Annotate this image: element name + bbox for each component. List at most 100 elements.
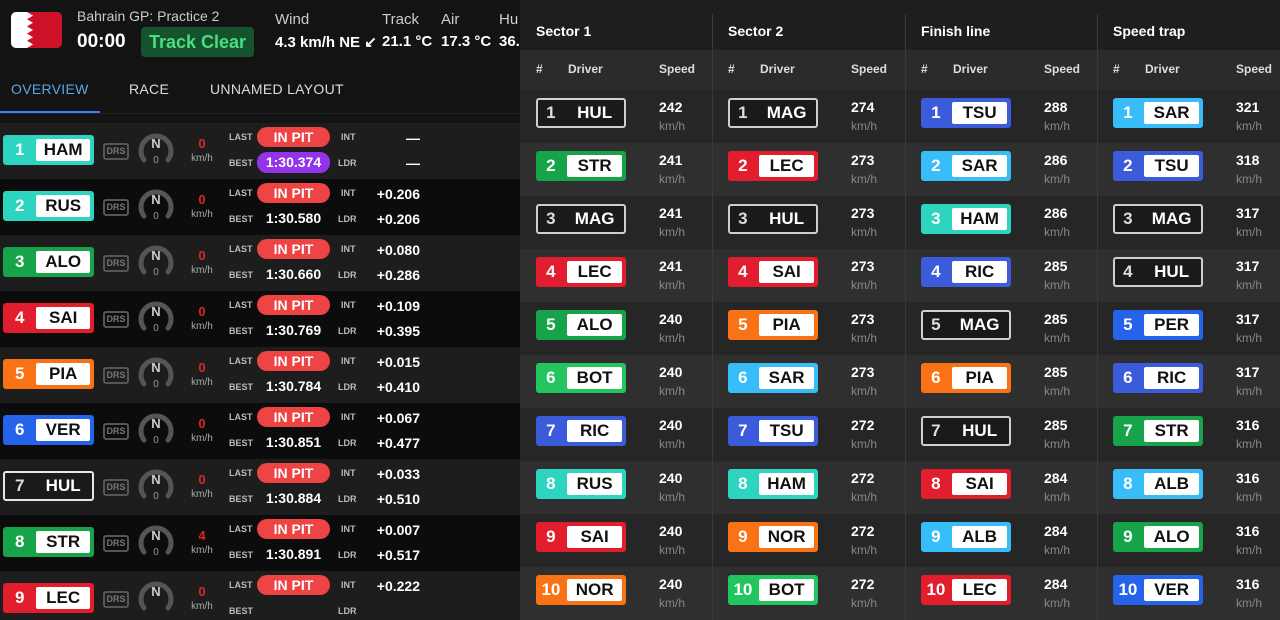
speed-value: 285: [1044, 311, 1068, 327]
position-number: 6: [15, 420, 25, 439]
position-number: 7: [15, 476, 25, 495]
column-divider: [712, 14, 713, 620]
driver-row[interactable]: 2 RUS DRS N 0 0 km/h LAST BEST IN PIT 1:30.580 INT L…: [0, 179, 520, 235]
interval-value: +0.206: [376, 186, 420, 202]
speed-value: 0: [198, 584, 206, 599]
tab-race[interactable]: RACE: [129, 81, 169, 97]
driver-badge: 7 RIC: [536, 416, 626, 446]
gear-speed: 0: [153, 379, 159, 390]
speed-value: 0: [198, 304, 206, 319]
speed-value: 316: [1236, 417, 1260, 433]
driver-row[interactable]: 7 HUL DRS N 0 0 km/h LAST BEST IN PIT 1:30.884 INT L…: [0, 459, 520, 515]
driver-code: PER: [1144, 314, 1199, 336]
speed-unit: km/h: [191, 321, 213, 332]
subheader-number: #: [1113, 62, 1120, 76]
drs-indicator: DRS: [103, 199, 129, 216]
subheader-speed: Speed: [1044, 62, 1081, 76]
position-number: 2: [738, 156, 748, 175]
subheader-driver: Driver: [953, 62, 988, 76]
column-divider: [905, 14, 906, 620]
weather-value: 36.: [499, 33, 520, 50]
best-lap: 1:30.580: [265, 210, 322, 226]
speed-unit: km/h: [1044, 596, 1071, 610]
driver-badge: 4 SAI: [3, 303, 94, 333]
driver-code: RIC: [952, 261, 1007, 283]
leader-gap-label: LDR: [338, 270, 357, 280]
driver-row[interactable]: 5 PIA DRS N 0 0 km/h LAST BEST IN PIT 1:30.784 INT L…: [0, 347, 520, 403]
best-label: BEST: [229, 606, 254, 616]
interval-label: INT: [341, 132, 356, 142]
position-number: 2: [931, 156, 941, 175]
speed-unit: km/h: [191, 489, 213, 500]
timing-panel: Bahrain GP: Practice 2 00:00 Track Clear…: [0, 0, 520, 620]
driver-code: ALO: [1144, 526, 1199, 548]
speed-unit: km/h: [1236, 490, 1263, 504]
driver-code: NOR: [759, 526, 814, 548]
speed-value: 317: [1236, 364, 1260, 380]
speed-unit: km/h: [191, 209, 213, 220]
position-number: 9: [931, 527, 941, 546]
driver-row[interactable]: 3 ALO DRS N 0 0 km/h LAST BEST IN PIT 1:30.660 INT L…: [0, 235, 520, 291]
driver-code: HUL: [36, 475, 90, 497]
last-lap-status: IN PIT: [257, 407, 330, 427]
driver-code: RIC: [567, 420, 622, 442]
speed-value: 284: [1044, 523, 1068, 539]
last-lap-status: IN PIT: [257, 127, 330, 147]
driver-badge: 9 ALB: [921, 522, 1011, 552]
driver-badge: 2 TSU: [1113, 151, 1203, 181]
speed-unit: km/h: [659, 331, 686, 345]
leader-gap-label: LDR: [338, 438, 357, 448]
driver-code: MAG: [952, 314, 1007, 336]
position-number: 1: [1123, 103, 1133, 122]
speed-unit: km/h: [1044, 119, 1071, 133]
leader-gap-value: +0.410: [376, 379, 420, 395]
drs-indicator: DRS: [103, 535, 129, 552]
position-number: 7: [931, 421, 941, 440]
speed-value: 241: [659, 258, 683, 274]
bahrain-flag-icon: [11, 12, 62, 48]
speed-value: 272: [851, 417, 875, 433]
driver-badge: 2 STR: [536, 151, 626, 181]
position-number: 9: [546, 527, 556, 546]
driver-code: TSU: [759, 420, 814, 442]
best-lap: 1:30.891: [265, 546, 322, 562]
driver-code: RUS: [567, 473, 622, 495]
driver-code: BOT: [567, 367, 622, 389]
speed-value: 273: [851, 364, 875, 380]
driver-code: LEC: [952, 579, 1007, 601]
position-number: 9: [15, 588, 25, 607]
driver-row[interactable]: 4 SAI DRS N 0 0 km/h LAST BEST IN PIT 1:30.769 INT L…: [0, 291, 520, 347]
driver-row[interactable]: 6 VER DRS N 0 0 km/h LAST BEST IN PIT 1:30.851 INT L…: [0, 403, 520, 459]
driver-row[interactable]: 1 HAM DRS N 0 0 km/h LAST BEST IN PIT 1:30.374 INT L…: [0, 123, 520, 179]
best-label: BEST: [229, 494, 254, 504]
driver-row[interactable]: 8 STR DRS N 0 4 km/h LAST BEST IN PIT 1:30.891 INT L…: [0, 515, 520, 571]
tab-unnamed-layout[interactable]: UNNAMED LAYOUT: [210, 81, 344, 97]
position-number: 8: [738, 474, 748, 493]
subheader-speed: Speed: [659, 62, 696, 76]
gear-speed: 0: [153, 323, 159, 334]
leader-gap-label: LDR: [338, 606, 357, 616]
position-number: 4: [1123, 262, 1133, 281]
column-subheader: # Driver Speed: [712, 50, 905, 90]
speed-unit: km/h: [851, 596, 878, 610]
driver-badge: 5 ALO: [536, 310, 626, 340]
speed-unit: km/h: [851, 119, 878, 133]
leader-gap-value: +0.477: [376, 435, 420, 451]
driver-code: MAG: [1144, 208, 1199, 230]
position-number: 10: [733, 580, 753, 599]
speed-value: 241: [659, 152, 683, 168]
driver-code: TSU: [1144, 155, 1199, 177]
position-number: 3: [546, 209, 556, 228]
driver-row[interactable]: 9 LEC DRS N 0 km/h LAST BEST IN PIT INT LDR +0.222: [0, 571, 520, 620]
speed-unit: km/h: [1044, 490, 1071, 504]
speed-unit: km/h: [851, 331, 878, 345]
leader-gap-label: LDR: [338, 326, 357, 336]
speed-value: 317: [1236, 205, 1260, 221]
interval-label: INT: [341, 580, 356, 590]
column-subheader: # Driver Speed: [905, 50, 1097, 90]
speed-unit: km/h: [851, 172, 878, 186]
position-number: 6: [738, 368, 748, 387]
speed-value: 318: [1236, 152, 1260, 168]
driver-code: HUL: [1144, 261, 1199, 283]
tab-overview[interactable]: OVERVIEW: [11, 81, 89, 97]
